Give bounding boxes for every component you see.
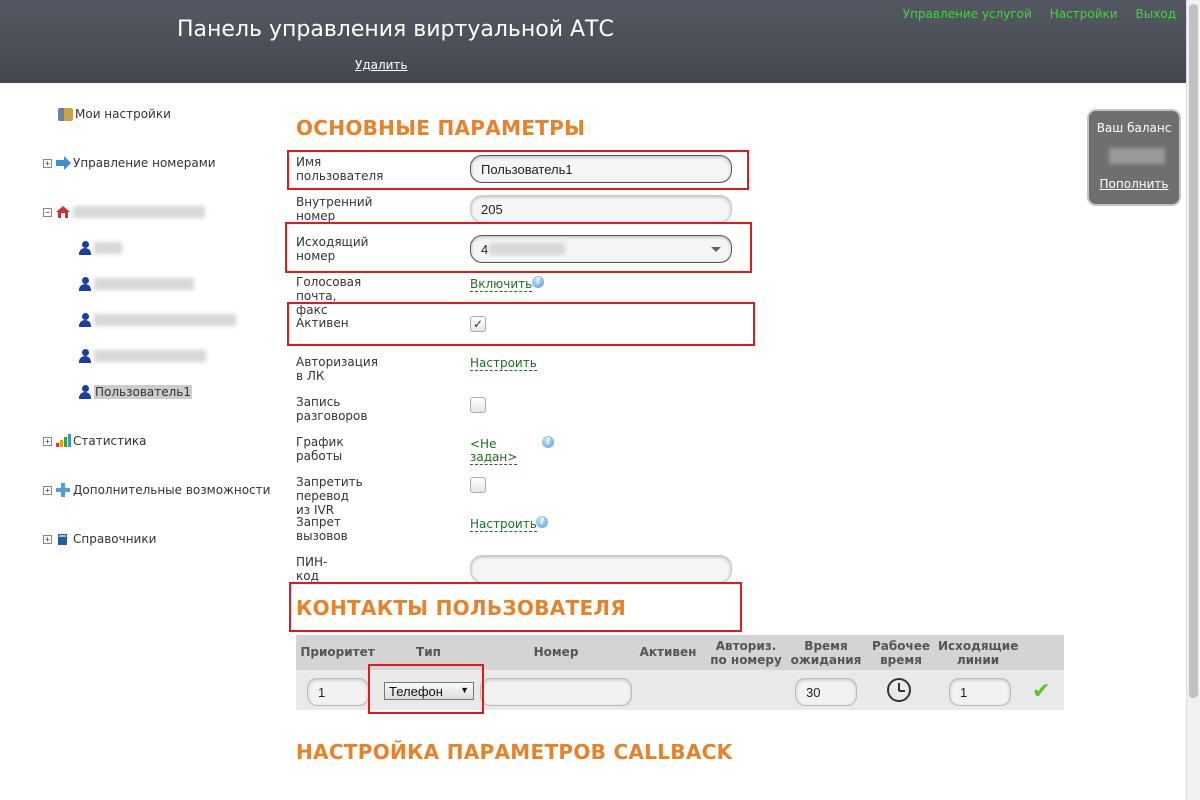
annotation-box — [368, 664, 484, 714]
pin-label: ПИН-код — [296, 555, 328, 583]
balance-title: Ваш баланс — [1096, 121, 1172, 135]
bar-chart-icon — [55, 434, 71, 448]
blurred-user-name — [94, 278, 194, 290]
annotation-box — [287, 150, 749, 190]
col-outgoing-lines: Исходящие линии — [938, 639, 1019, 667]
logout-link[interactable]: Выход — [1136, 7, 1176, 21]
blurred-user-name — [94, 314, 236, 326]
arrow-right-icon — [55, 156, 71, 170]
call-ban-label: Запрет вызовов — [296, 515, 348, 543]
number-input[interactable] — [480, 678, 632, 706]
sidebar-item-label: Мои настройки — [75, 107, 171, 121]
sidebar-item-directories[interactable]: + Справочники — [43, 532, 156, 546]
priority-input[interactable]: 1 — [307, 678, 369, 706]
help-icon[interactable]: ? — [542, 436, 554, 448]
user-icon — [79, 313, 91, 327]
main-params-title: ОСНОВНЫЕ ПАРАМЕТРЫ — [296, 116, 586, 140]
vertical-scrollbar[interactable] — [1186, 0, 1200, 800]
user-icon — [79, 349, 91, 363]
annotation-box — [287, 302, 755, 346]
blurred-balance-value — [1109, 148, 1165, 164]
top-nav: Управление услугой Настройки Выход — [885, 7, 1176, 21]
recording-checkbox[interactable] — [470, 397, 486, 413]
user-icon — [79, 241, 91, 255]
sidebar-item-label: Управление номерами — [73, 156, 216, 170]
expand-icon[interactable]: + — [43, 534, 52, 544]
sidebar-user-selected[interactable]: Пользователь1 — [79, 385, 193, 399]
balance-widget: Ваш баланс Пополнить — [1087, 109, 1181, 206]
col-work-time: Рабочее время — [871, 639, 931, 667]
help-icon[interactable]: ? — [532, 276, 544, 288]
pin-field[interactable] — [470, 555, 732, 583]
sidebar-item-extra-features[interactable]: + Дополнительные возможности — [43, 483, 270, 497]
col-active: Активен — [639, 645, 697, 659]
callback-title: НАСТРОЙКА ПАРАМЕТРОВ CALLBACK — [296, 740, 733, 764]
settings-link[interactable]: Настройки — [1050, 7, 1118, 21]
topup-link[interactable]: Пополнить — [1089, 177, 1179, 191]
service-management-link[interactable]: Управление услугой — [903, 7, 1032, 21]
contacts-title: КОНТАКТЫ ПОЛЬЗОВАТЕЛЯ — [296, 596, 627, 620]
sidebar-user-3[interactable] — [79, 313, 236, 327]
col-priority: Приоритет — [300, 645, 375, 659]
plus-icon — [55, 483, 71, 497]
sidebar-user-4[interactable] — [79, 349, 206, 363]
sidebar-item-my-settings[interactable]: Мои настройки — [58, 107, 171, 121]
sidebar-user-2[interactable] — [79, 277, 194, 291]
internal-number-field[interactable]: 205 — [470, 195, 732, 223]
blurred-group-name — [73, 206, 205, 218]
house-icon — [55, 205, 71, 219]
sidebar-item-label: Статистика — [73, 434, 147, 448]
save-checkmark-icon[interactable]: ✔ — [1032, 679, 1050, 704]
expand-icon[interactable]: + — [43, 485, 52, 495]
internal-number-label: Внутренний номер — [296, 195, 373, 223]
sidebar-item-statistics[interactable]: + Статистика — [43, 434, 147, 448]
col-wait-time: Время ожидания — [790, 639, 862, 667]
call-ban-configure-link[interactable]: Настроить — [470, 518, 537, 532]
ivr-transfer-checkbox[interactable] — [470, 477, 486, 493]
ivr-transfer-label: Запретить перевод из IVR — [296, 475, 363, 517]
wait-time-input[interactable]: 30 — [795, 678, 857, 706]
annotation-box — [285, 222, 752, 273]
sidebar-item-label: Дополнительные возможности — [73, 483, 271, 497]
schedule-link[interactable]: <Не задан> — [470, 438, 517, 465]
expand-icon[interactable]: + — [43, 158, 52, 168]
app-title: Панель управления виртуальной АТС — [177, 17, 614, 42]
recording-label: Запись разговоров — [296, 395, 368, 423]
collapse-icon[interactable]: − — [43, 207, 52, 217]
sidebar-user-1[interactable] — [79, 241, 122, 255]
blurred-user-name — [94, 242, 122, 254]
col-number: Номер — [533, 645, 579, 659]
settings-folder-icon — [58, 107, 73, 121]
scrollbar-thumb[interactable] — [1189, 4, 1198, 698]
expand-icon[interactable]: + — [43, 436, 52, 446]
outgoing-lines-input[interactable]: 1 — [949, 678, 1011, 706]
delete-link[interactable]: Удалить — [355, 58, 408, 72]
col-auth-by-number: Авториз. по номеру — [710, 639, 782, 667]
sidebar-item-number-management[interactable]: + Управление номерами — [43, 156, 216, 170]
sidebar-item-group[interactable]: − — [43, 205, 205, 219]
auth-label: Авторизация в ЛК — [296, 355, 378, 383]
user-icon — [79, 385, 91, 399]
blurred-user-name — [94, 350, 206, 362]
help-icon[interactable]: ? — [536, 516, 548, 528]
auth-configure-link[interactable]: Настроить — [470, 357, 537, 371]
top-header: Панель управления виртуальной АТС Удалит… — [0, 0, 1186, 83]
schedule-label: График работы — [296, 435, 344, 463]
sidebar-item-label: Пользователь1 — [94, 385, 193, 399]
voicemail-enable-link[interactable]: Включить — [470, 278, 533, 292]
sidebar-item-label: Справочники — [73, 532, 157, 546]
book-icon — [55, 532, 71, 546]
user-icon — [79, 277, 91, 291]
clock-icon[interactable] — [887, 678, 911, 702]
